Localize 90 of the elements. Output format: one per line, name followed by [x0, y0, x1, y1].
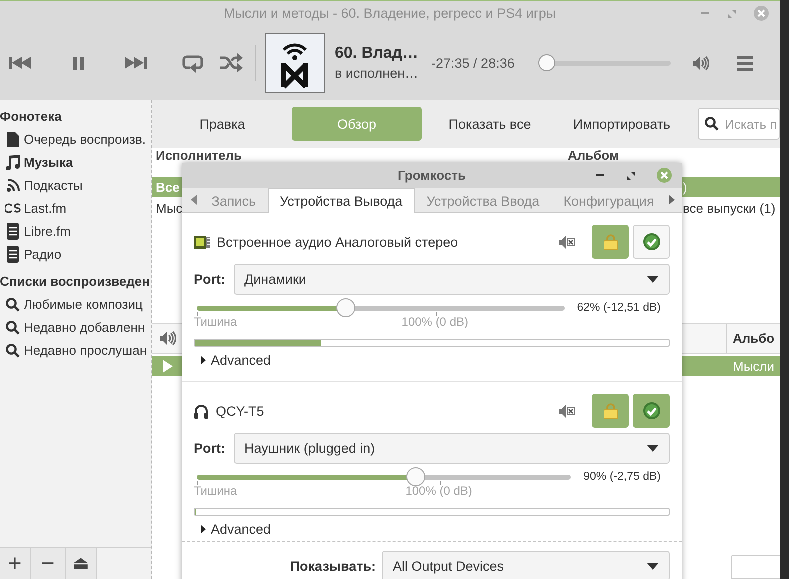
rss-icon [6, 179, 20, 192]
scroll-left-icon[interactable] [190, 195, 197, 205]
muted-speaker-icon [559, 404, 575, 418]
lock-icon [604, 234, 618, 250]
music-note-icon [6, 155, 20, 170]
port-label: Port: [194, 272, 226, 287]
eject-button[interactable]: ⏏ [66, 548, 97, 579]
toolbar-button[interactable]: Показать все [430, 107, 550, 141]
expander-icon[interactable] [201, 356, 206, 365]
toolbar-button[interactable]: Импортировать [555, 107, 689, 141]
column-header: Исполнитель [155, 149, 242, 163]
rings-icon [4, 203, 22, 214]
show-label: Показывать: [290, 558, 376, 574]
expander-icon[interactable] [201, 525, 206, 534]
remove-button[interactable]: − [31, 548, 66, 579]
table-cell-text: ) [683, 180, 688, 194]
caret-icon [647, 445, 659, 452]
menu-icon[interactable] [736, 56, 753, 70]
muted-speaker-icon [559, 236, 575, 248]
search-icon [705, 117, 719, 131]
sidebar-item[interactable]: Недавно прослушан [0, 339, 151, 362]
track-artist: в исполнен… [335, 66, 419, 81]
sidebar-item[interactable]: Подкасты [0, 174, 151, 197]
scale-label: 100% (0 dB) [402, 315, 468, 329]
default-button[interactable] [633, 225, 670, 259]
search-icon [6, 344, 20, 358]
scale-label: 100% (0 dB) [406, 484, 472, 498]
maximize-icon[interactable] [627, 172, 635, 180]
check-icon [642, 233, 660, 251]
close-icon[interactable] [657, 168, 672, 183]
track-title: 60. Влад… [335, 45, 419, 63]
window-title: Мысли и методы - 60. Владение, регресс и PS4 игры [224, 6, 556, 21]
device-name: QCY-T5 [216, 404, 264, 418]
search-icon [6, 298, 20, 312]
sound-card-icon [194, 234, 210, 250]
sidebar-item[interactable]: Libre.fm [0, 220, 151, 243]
dialog-title: Громкость [398, 168, 466, 183]
table-cell-text: Мысли [732, 358, 776, 374]
volume-column-icon [160, 331, 176, 346]
sidebar-item[interactable]: Музыка [0, 151, 151, 174]
scroll-right-icon[interactable] [669, 195, 676, 205]
sidebar-item[interactable]: Last.fm [0, 197, 151, 220]
lock-icon [604, 403, 618, 419]
sidebar-item[interactable]: Очередь воспроизв. [0, 128, 151, 151]
pause-icon[interactable] [73, 56, 84, 70]
tab[interactable]: Устройства Вывода [268, 188, 415, 213]
port-dropdown[interactable]: Наушник (plugged in) [234, 433, 670, 464]
repeat-icon[interactable] [182, 53, 204, 73]
advanced-expander[interactable]: Advanced [201, 353, 272, 368]
previous-icon[interactable] [8, 56, 34, 70]
volume-icon[interactable] [692, 56, 709, 70]
field-outline [731, 555, 780, 579]
scale-label: Тишина [194, 484, 238, 498]
minimize-icon[interactable] [596, 174, 604, 177]
search-field[interactable]: Искать п [698, 108, 780, 140]
headphones-icon [194, 404, 209, 418]
document-icon [7, 132, 19, 147]
default-button[interactable] [633, 394, 670, 428]
section-header: Фонотека [0, 108, 63, 126]
volume-reading: 62% (-12,51 dB) [577, 302, 662, 314]
add-button[interactable]: + [0, 548, 31, 579]
shuffle-icon[interactable] [220, 53, 243, 73]
sidebar-item[interactable]: Недавно добавленн [0, 316, 151, 339]
volume-slider[interactable] [197, 299, 565, 317]
check-icon [642, 402, 660, 420]
track-time: -27:35 / 28:36 [432, 56, 515, 70]
volume-slider[interactable] [197, 468, 571, 486]
caret-icon [647, 562, 659, 570]
close-icon[interactable] [754, 6, 769, 21]
device-icon [7, 246, 19, 263]
column-header: Альбо [726, 324, 780, 353]
sidebar-item[interactable]: Радио [0, 243, 151, 266]
seek-slider[interactable] [538, 54, 671, 72]
column-header: Альбом [568, 149, 620, 163]
device-name: Встроенное аудио Аналоговый стерео [217, 234, 458, 250]
album-cover [265, 33, 325, 93]
device-icon [7, 223, 19, 240]
port-dropdown[interactable]: Динамики [234, 264, 670, 295]
next-icon[interactable] [124, 56, 148, 70]
scale-label: Тишина [194, 315, 238, 329]
caret-icon [647, 276, 659, 283]
section-header: Списки воспроизведен [0, 273, 151, 291]
table-cell-text: Все [155, 180, 180, 194]
search-icon [6, 320, 20, 334]
sidebar-item[interactable]: Любимые композиц [0, 293, 151, 316]
toolbar-button[interactable]: Правка [170, 107, 275, 141]
volume-reading: 90% (-2,75 dB) [584, 471, 662, 483]
advanced-expander[interactable]: Advanced [201, 522, 272, 537]
show-dropdown[interactable]: All Output Devices [382, 551, 670, 579]
port-label: Port: [194, 441, 226, 456]
